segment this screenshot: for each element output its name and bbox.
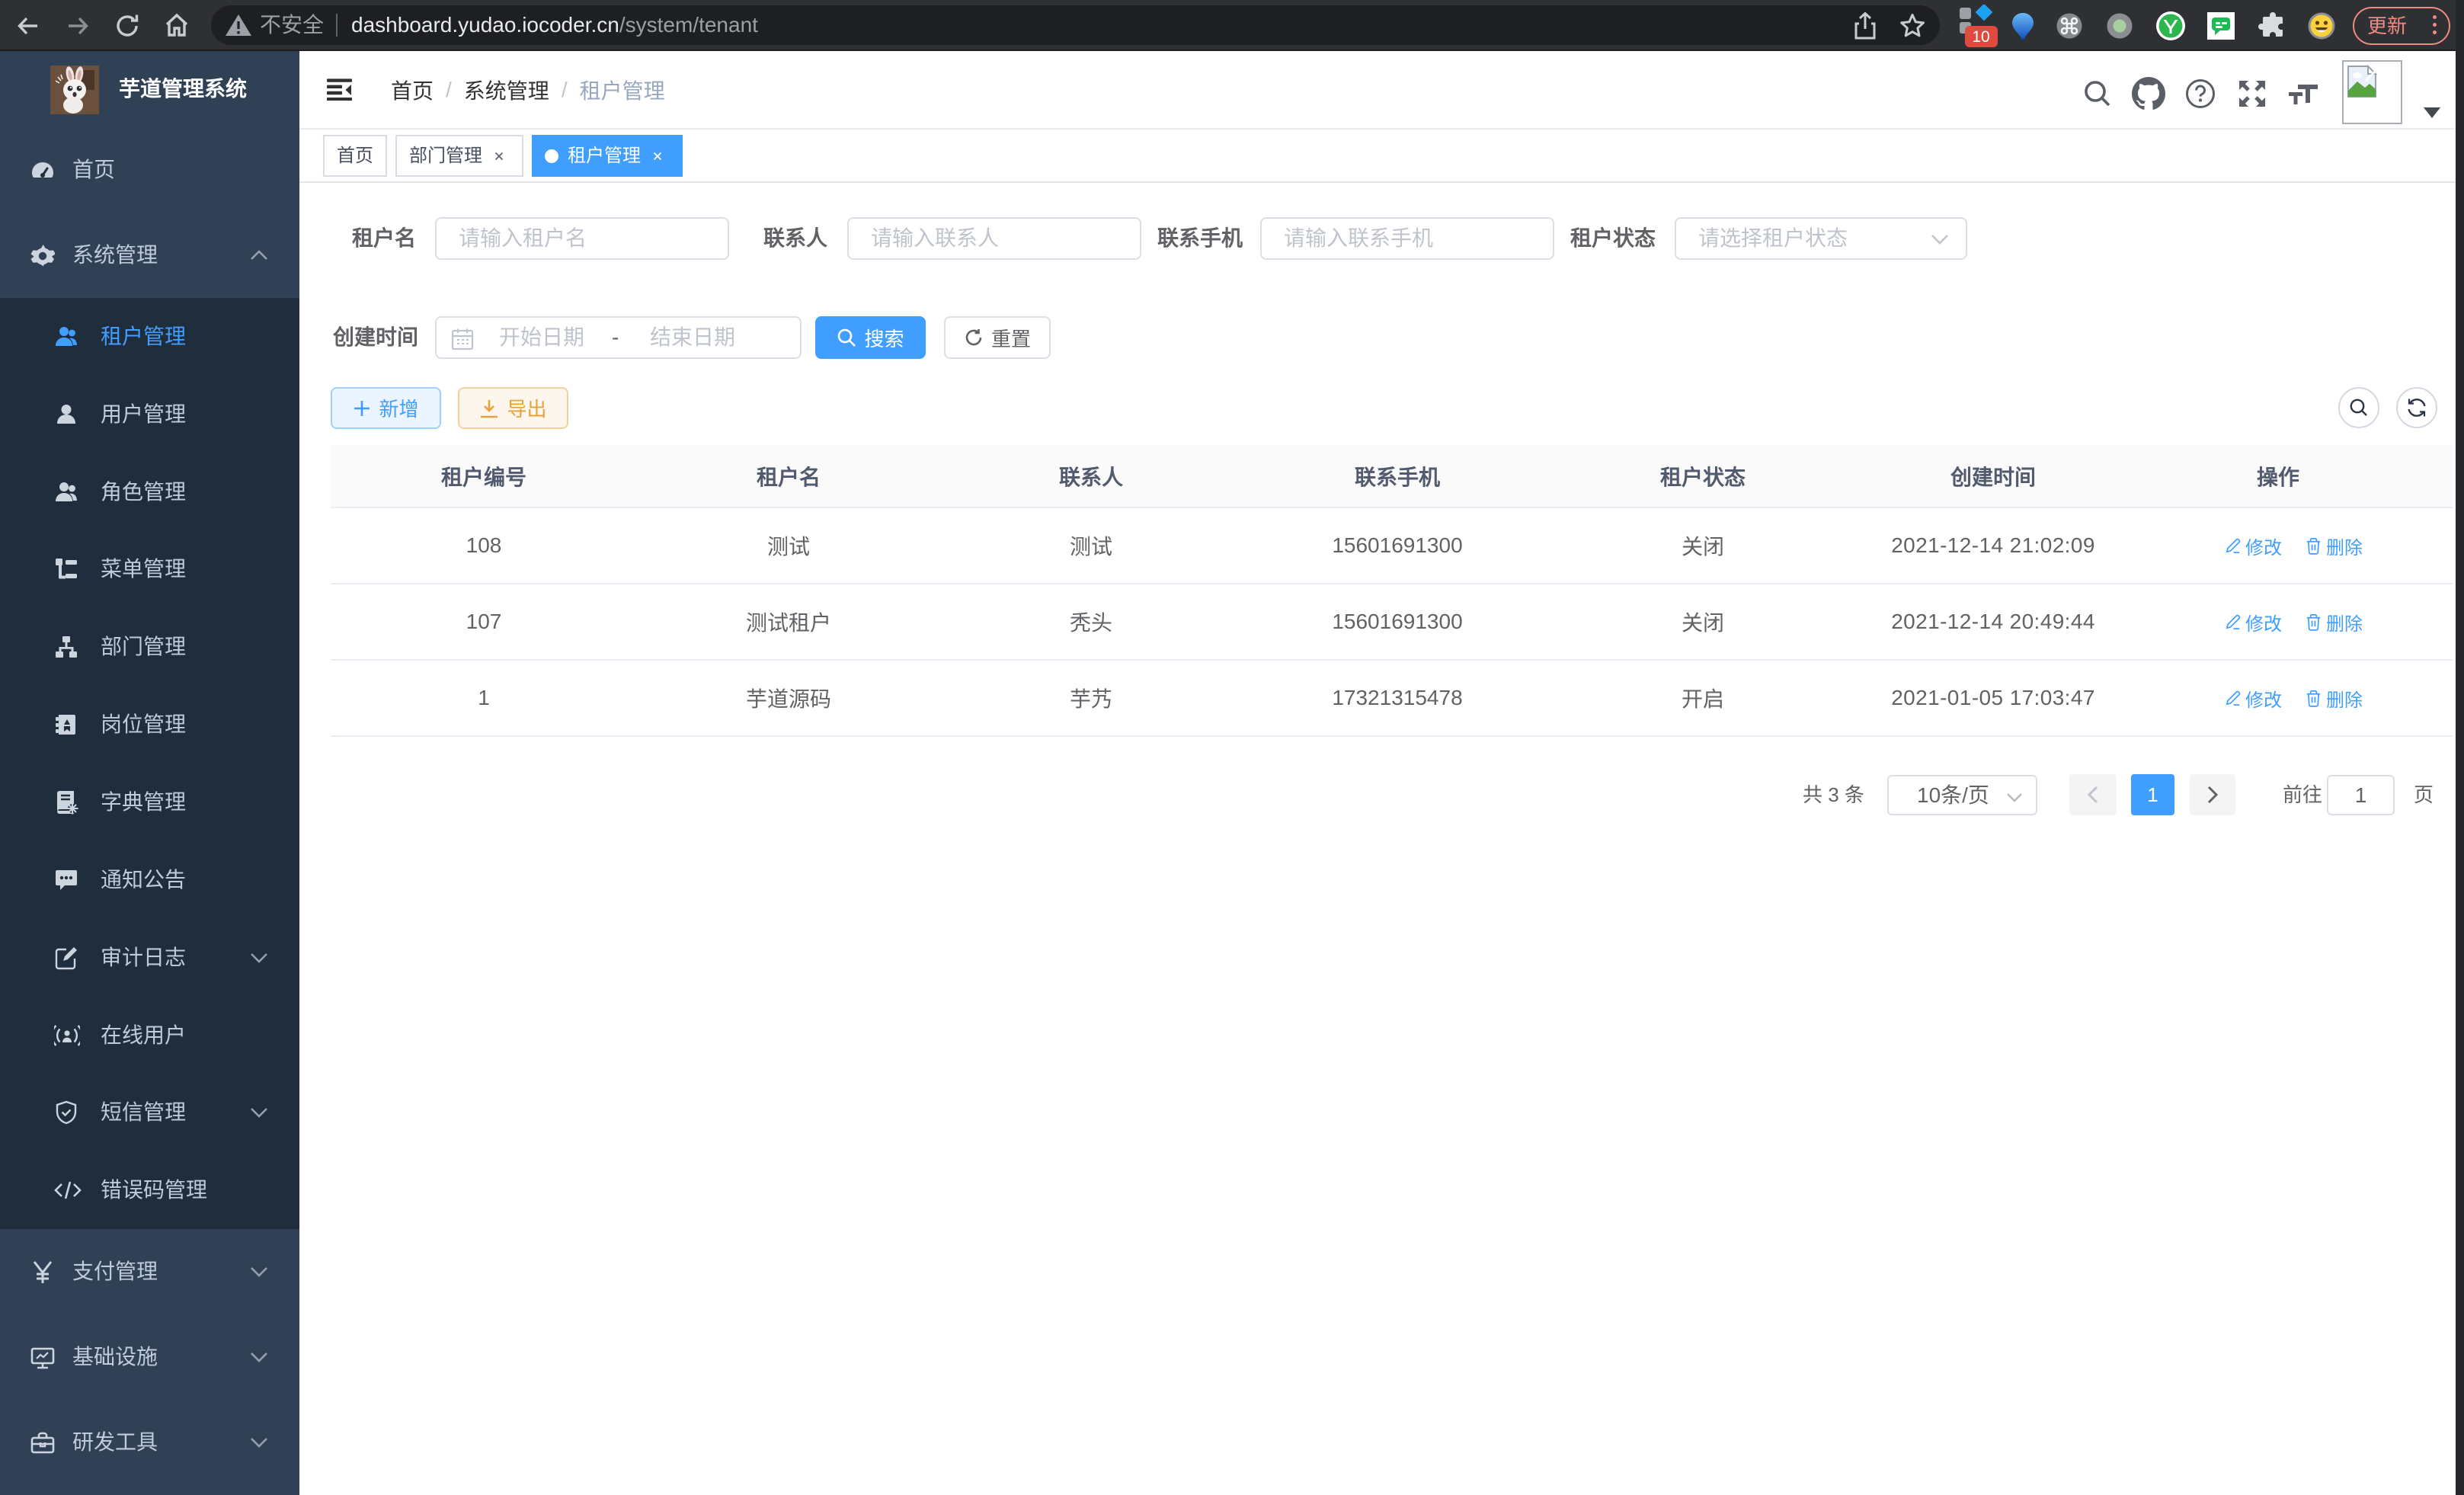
svg-text:10: 10: [1972, 28, 1989, 46]
